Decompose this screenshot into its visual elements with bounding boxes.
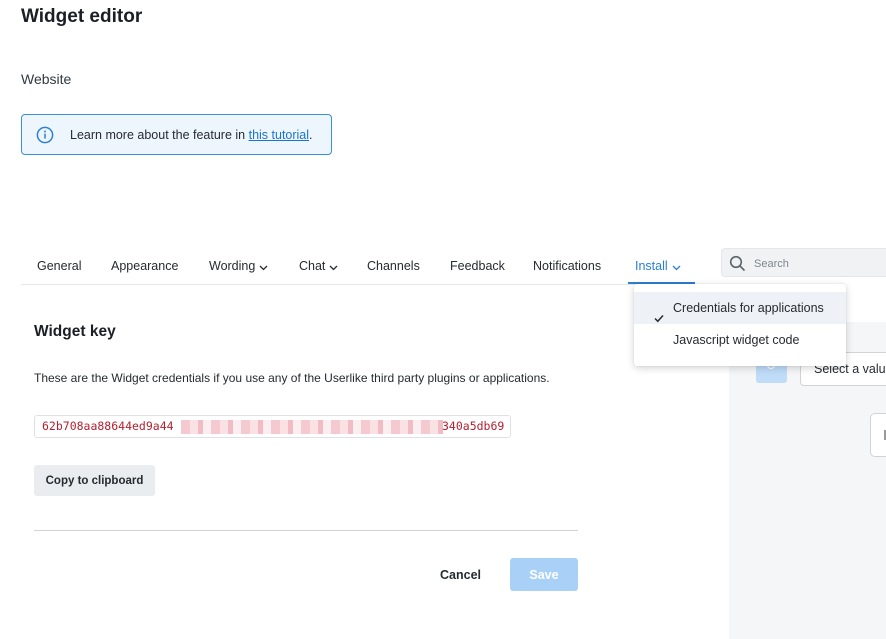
tab-label: Install	[635, 259, 668, 273]
tab-appearance[interactable]: Appearance	[111, 249, 178, 283]
search-icon	[729, 255, 746, 272]
key-start: 62b708aa88644ed9a44	[42, 419, 174, 433]
tab-label: Notifications	[533, 259, 602, 273]
tutorial-link[interactable]: this tutorial	[249, 128, 309, 142]
tab-label: Feedback	[450, 259, 505, 273]
menu-item-label: Credentials for applications	[673, 301, 824, 315]
install-dropdown-menu: Credentials for applications Javascript …	[634, 284, 846, 366]
chevron-down-icon	[329, 250, 338, 284]
divider	[34, 530, 578, 531]
menu-item-javascript-code[interactable]: Javascript widget code	[634, 324, 846, 356]
info-text-suffix: .	[309, 127, 313, 142]
preview-box[interactable]	[870, 413, 886, 457]
search-box	[721, 248, 886, 277]
key-end: 340a5db69	[442, 419, 505, 433]
save-button[interactable]: Save	[510, 558, 578, 591]
page-subtitle: Website	[21, 71, 72, 87]
tab-label: Channels	[367, 259, 420, 273]
cancel-button[interactable]: Cancel	[430, 559, 491, 590]
info-circle-icon	[36, 126, 54, 144]
search-input[interactable]	[752, 253, 886, 274]
chevron-down-icon	[259, 250, 268, 284]
info-text-label: Learn more about the feature in	[70, 127, 249, 142]
menu-item-label: Javascript widget code	[673, 333, 800, 347]
tab-feedback[interactable]: Feedback	[450, 249, 505, 283]
widget-key-field[interactable]: 62b708aa88644ed9a44 340a5db69	[34, 415, 511, 438]
tab-label: Appearance	[111, 259, 179, 273]
tab-label: Chat	[299, 259, 326, 273]
tab-notifications[interactable]: Notifications	[533, 249, 601, 283]
tab-label: Wording	[209, 259, 256, 273]
menu-item-credentials[interactable]: Credentials for applications	[634, 292, 846, 324]
redacted-key	[181, 420, 443, 434]
tab-general[interactable]: General	[37, 249, 81, 283]
section-title: Widget key	[34, 323, 116, 340]
tab-install[interactable]: Install	[628, 249, 695, 284]
info-text: Learn more about the feature in this tut…	[70, 128, 313, 142]
section-description: These are the Widget credentials if you …	[34, 371, 550, 385]
tab-channels[interactable]: Channels	[367, 249, 420, 283]
tab-bar: General Appearance Wording Chat Channels…	[21, 249, 697, 285]
tab-label: General	[37, 259, 82, 273]
copy-to-clipboard-button[interactable]: Copy to clipboard	[34, 465, 155, 496]
tab-wording[interactable]: Wording	[209, 249, 268, 283]
page-title: Widget editor	[21, 6, 143, 27]
tab-chat[interactable]: Chat	[299, 249, 338, 283]
chevron-down-icon	[672, 250, 681, 284]
info-banner: Learn more about the feature in this tut…	[21, 114, 332, 155]
